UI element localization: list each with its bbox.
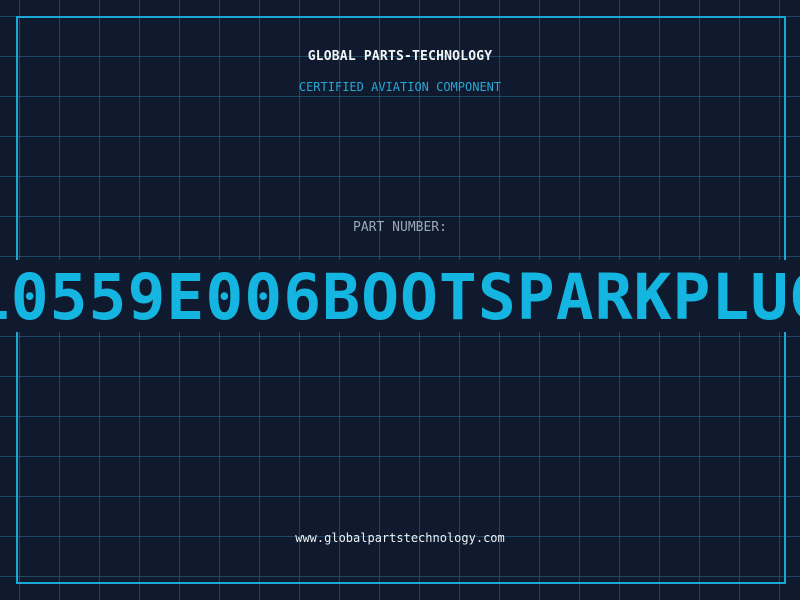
part-number-band: 10559E006BOOTSPARKPLUG xyxy=(0,260,800,332)
label-card: GLOBAL PARTS-TECHNOLOGY CERTIFIED AVIATI… xyxy=(0,0,800,600)
company-subtitle: CERTIFIED AVIATION COMPONENT xyxy=(298,80,502,94)
website-link[interactable]: www.globalpartstechnology.com xyxy=(0,531,800,545)
company-name: GLOBAL PARTS-TECHNOLOGY xyxy=(307,49,493,64)
part-number-label: PART NUMBER: xyxy=(353,220,447,235)
part-number-value: 10559E006BOOTSPARKPLUG xyxy=(0,261,800,332)
